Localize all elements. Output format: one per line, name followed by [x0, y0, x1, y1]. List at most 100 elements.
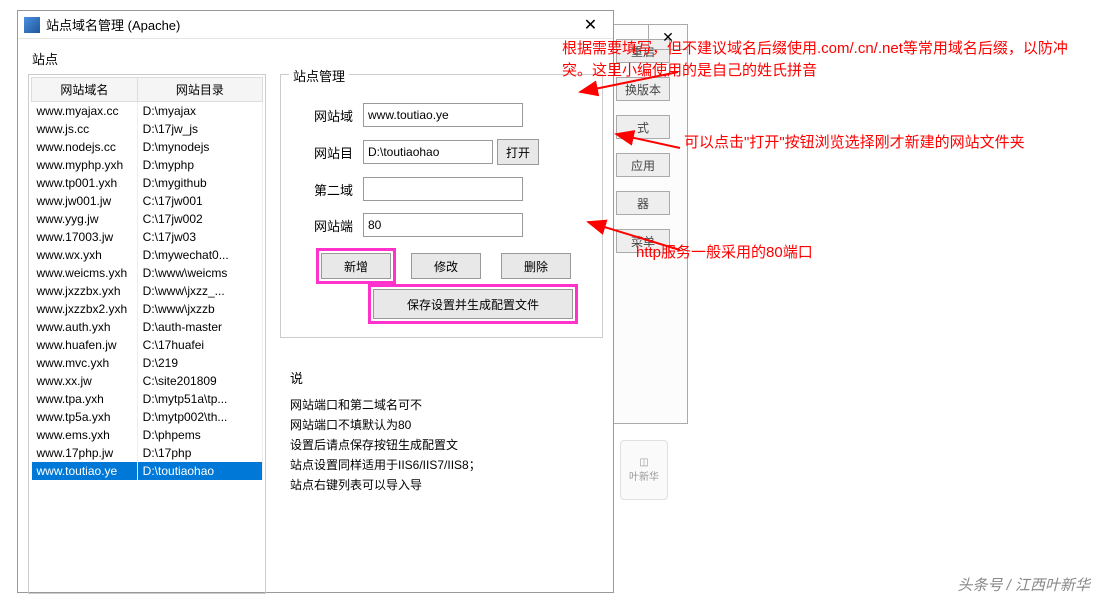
cell-dir: D:\219: [137, 354, 262, 372]
table-row[interactable]: www.huafen.jwC:\17huafei: [32, 336, 263, 354]
table-row[interactable]: www.wx.yxhD:\mywechat0...: [32, 246, 263, 264]
add-button[interactable]: 新增: [321, 253, 391, 279]
titlebar: 站点域名管理 (Apache) ✕: [18, 11, 613, 39]
app-icon: [24, 17, 40, 33]
bg-btn-server: 器: [616, 191, 670, 215]
window-title: 站点域名管理 (Apache): [46, 15, 568, 34]
table-row[interactable]: www.mvc.yxhD:\219: [32, 354, 263, 372]
table-row[interactable]: www.17php.jwD:\17php: [32, 444, 263, 462]
table-row[interactable]: www.ems.yxhD:\phpems: [32, 426, 263, 444]
bg-btn-mode: 式: [616, 115, 670, 139]
domain-input[interactable]: [363, 103, 523, 127]
edit-button[interactable]: 修改: [411, 253, 481, 279]
cell-domain: www.auth.yxh: [32, 318, 138, 336]
port-input[interactable]: [363, 213, 523, 237]
cell-dir: D:\mygithub: [137, 174, 262, 192]
dialog-site-domain-manager: 站点域名管理 (Apache) ✕ 站点 网站域名 网站目录 www.myaja…: [17, 10, 614, 593]
cell-domain: www.wx.yxh: [32, 246, 138, 264]
dir-input[interactable]: [363, 140, 493, 164]
cell-dir: D:\phpems: [137, 426, 262, 444]
cell-dir: C:\site201809: [137, 372, 262, 390]
table-row[interactable]: www.weicms.yxhD:\www\weicms: [32, 264, 263, 282]
info-line-3: 设置后请点保存按钮生成配置文: [290, 435, 603, 455]
table-row[interactable]: www.js.ccD:\17jw_js: [32, 120, 263, 138]
cell-dir: D:\auth-master: [137, 318, 262, 336]
table-row[interactable]: www.jw001.jwC:\17jw001: [32, 192, 263, 210]
cell-domain: www.jw001.jw: [32, 192, 138, 210]
cell-domain: www.weicms.yxh: [32, 264, 138, 282]
cell-domain: www.yyg.jw: [32, 210, 138, 228]
cell-dir: C:\17huafei: [137, 336, 262, 354]
table-row[interactable]: www.tp5a.yxhD:\mytp002\th...: [32, 408, 263, 426]
info-line-4: 站点设置同样适用于IIS6/IIS7/IIS8；: [290, 455, 603, 475]
info-section: 说 网站端口和第二域名可不 网站端口不填默认为80 设置后请点保存按钮生成配置文…: [290, 368, 603, 495]
info-title: 说: [290, 368, 603, 387]
cell-domain: www.myajax.cc: [32, 102, 138, 121]
save-config-button[interactable]: 保存设置并生成配置文件: [373, 289, 573, 319]
bg-btn-apply: 应用: [616, 153, 670, 177]
cell-dir: D:\www\jxzzb: [137, 300, 262, 318]
cell-domain: www.myphp.yxh: [32, 156, 138, 174]
site-manage-group: 站点管理 网站域 网站目 打开 第二域 网站端: [280, 74, 603, 338]
cell-domain: www.tp001.yxh: [32, 174, 138, 192]
dir-label: 网站目: [293, 143, 353, 162]
cell-dir: C:\17jw001: [137, 192, 262, 210]
watermark: 头条号 / 江西叶新华: [957, 574, 1090, 595]
table-row[interactable]: www.xx.jwC:\site201809: [32, 372, 263, 390]
annotation-2: 可以点击"打开"按钮浏览选择刚才新建的网站文件夹: [684, 132, 1104, 154]
table-row[interactable]: www.nodejs.ccD:\mynodejs: [32, 138, 263, 156]
table-row[interactable]: www.tp001.yxhD:\mygithub: [32, 174, 263, 192]
table-row[interactable]: www.myajax.ccD:\myajax: [32, 102, 263, 121]
cell-dir: D:\17php: [137, 444, 262, 462]
port-label: 网站端: [293, 216, 353, 235]
table-row[interactable]: www.yyg.jwC:\17jw002: [32, 210, 263, 228]
table-row[interactable]: www.jxzzbx.yxhD:\www\jxzz_...: [32, 282, 263, 300]
info-line-1: 网站端口和第二域名可不: [290, 395, 603, 415]
cell-dir: D:\17jw_js: [137, 120, 262, 138]
annotation-1: 根据需要填写，但不建议域名后缀使用.com/.cn/.net等常用域名后缀，以防…: [562, 38, 1092, 82]
background-icons: ◫叶新华: [620, 440, 668, 500]
cell-dir: D:\mynodejs: [137, 138, 262, 156]
delete-button[interactable]: 删除: [501, 253, 571, 279]
table-row[interactable]: www.jxzzbx2.yxhD:\www\jxzzb: [32, 300, 263, 318]
cell-domain: www.jxzzbx.yxh: [32, 282, 138, 300]
cell-domain: www.tp5a.yxh: [32, 408, 138, 426]
cell-domain: www.js.cc: [32, 120, 138, 138]
domain-label: 网站域: [293, 106, 353, 125]
cell-domain: www.ems.yxh: [32, 426, 138, 444]
sites-table: 网站域名 网站目录 www.myajax.ccD:\myajaxwww.js.c…: [31, 77, 263, 480]
cell-dir: D:\www\weicms: [137, 264, 262, 282]
cell-domain: www.nodejs.cc: [32, 138, 138, 156]
table-row[interactable]: www.tpa.yxhD:\mytp51a\tp...: [32, 390, 263, 408]
table-row[interactable]: www.17003.jwC:\17jw03: [32, 228, 263, 246]
table-row[interactable]: www.auth.yxhD:\auth-master: [32, 318, 263, 336]
background-panel: 重启 换版本 式 应用 器 菜单: [608, 24, 688, 424]
col-domain[interactable]: 网站域名: [32, 78, 138, 102]
close-button[interactable]: ✕: [568, 11, 613, 39]
bg-icon-1: ◫叶新华: [620, 440, 668, 500]
cell-domain: www.toutiao.ye: [32, 462, 138, 480]
cell-domain: www.xx.jw: [32, 372, 138, 390]
cell-dir: D:\myphp: [137, 156, 262, 174]
sites-listbox[interactable]: 网站域名 网站目录 www.myajax.ccD:\myajaxwww.js.c…: [28, 74, 266, 594]
cell-dir: D:\mywechat0...: [137, 246, 262, 264]
second-domain-input[interactable]: [363, 177, 523, 201]
cell-domain: www.huafen.jw: [32, 336, 138, 354]
cell-dir: D:\toutiaohao: [137, 462, 262, 480]
info-line-2: 网站端口不填默认为80: [290, 415, 603, 435]
table-row[interactable]: www.myphp.yxhD:\myphp: [32, 156, 263, 174]
cell-dir: D:\myajax: [137, 102, 262, 121]
open-button[interactable]: 打开: [497, 139, 539, 165]
annotation-3: http服务一般采用的80端口: [636, 242, 1056, 264]
cell-dir: D:\www\jxzz_...: [137, 282, 262, 300]
col-dir[interactable]: 网站目录: [137, 78, 262, 102]
cell-domain: www.mvc.yxh: [32, 354, 138, 372]
sites-label: 站点: [32, 49, 266, 68]
cell-domain: www.17php.jw: [32, 444, 138, 462]
table-row[interactable]: www.toutiao.yeD:\toutiaohao: [32, 462, 263, 480]
second-domain-label: 第二域: [293, 180, 353, 199]
cell-dir: C:\17jw002: [137, 210, 262, 228]
site-manage-label: 站点管理: [289, 66, 349, 85]
info-line-5: 站点右键列表可以导入导: [290, 475, 603, 495]
cell-domain: www.tpa.yxh: [32, 390, 138, 408]
